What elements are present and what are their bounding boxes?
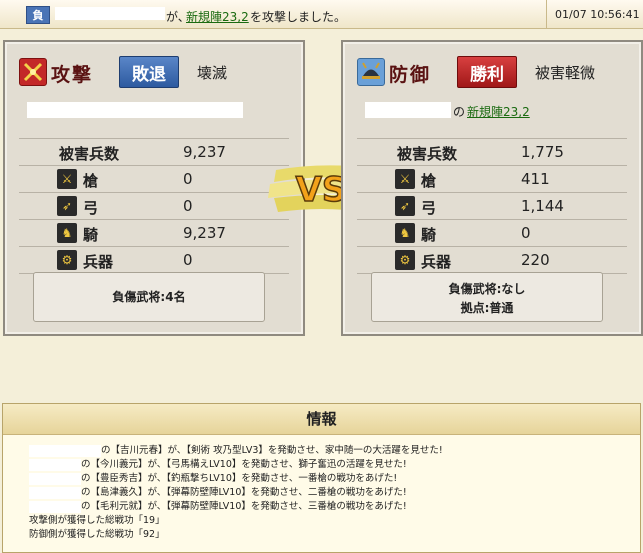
- attack-total-label: 被害兵数: [59, 145, 120, 163]
- player-name-redacted: [29, 444, 101, 457]
- siege-icon: ⚙: [57, 250, 77, 270]
- defense-injured-generals: 負傷武将:なし: [448, 282, 526, 296]
- defense-total-row: 被害兵数 1,775: [357, 138, 627, 166]
- defense-stats: 被害兵数 1,775 ⚔ 槍 411 ➶ 弓 1,144 ♞ 騎 0 ⚙ 兵器 …: [357, 138, 627, 274]
- defender-name-row: の 新規陣23,2: [365, 102, 615, 120]
- attack-unit-label: 兵器: [83, 253, 114, 271]
- info-line: の【豊臣秀吉】が、【釣瓶撃ちLV10】を発動させ、一番槍の戦功をあげた!: [29, 472, 443, 486]
- vs-label: VS: [296, 170, 347, 210]
- defense-location-link[interactable]: 新規陣23,2: [467, 103, 530, 120]
- player-name-redacted: [29, 500, 81, 513]
- defense-unit-label: 槍: [421, 172, 437, 190]
- defender-of: の: [453, 105, 466, 119]
- target-location-link[interactable]: 新規陣23,2: [186, 8, 249, 25]
- defense-total-value: 1,775: [521, 143, 564, 161]
- defense-unit-value: 220: [521, 251, 550, 269]
- defense-unit-value: 411: [521, 170, 550, 188]
- defense-unit-value: 0: [521, 224, 531, 242]
- attack-unit-label: 槍: [83, 172, 99, 190]
- defense-siege-row: ⚙ 兵器 220: [357, 247, 627, 274]
- attack-total-row: 被害兵数 9,237: [19, 138, 289, 166]
- info-line-text: の【吉川元春】が、【剣術 攻乃型LV3】を発動させ、家中随一の大活躍を見せた!: [101, 445, 443, 456]
- defense-damage-level: 被害軽微: [535, 64, 596, 82]
- attack-unit-value: 9,237: [183, 224, 226, 242]
- defense-outcome-badge: 勝利: [457, 56, 517, 88]
- attack-unit-value: 0: [183, 170, 193, 188]
- attack-unit-label: 弓: [83, 199, 99, 217]
- info-line: の【今川義元】が、【弓馬構えLV10】を発動させ、獅子奮迅の活躍を見せた!: [29, 458, 443, 472]
- defense-panel: 防御 勝利 被害軽微 の 新規陣23,2 被害兵数 1,775 ⚔ 槍 411 …: [341, 40, 643, 336]
- attack-injured-generals: 負傷武将:4名: [112, 290, 186, 304]
- spear-icon: ⚔: [395, 169, 415, 189]
- defense-header: 防御 勝利 被害軽微: [357, 56, 627, 88]
- attacker-name-redacted: [27, 102, 243, 118]
- info-line-text: の【島津義久】が、【弾幕防壁陣LV10】を発動させ、二番槍の戦功をあげた!: [81, 487, 407, 498]
- info-line: の【吉川元春】が、【剣術 攻乃型LV3】を発動させ、家中随一の大活躍を見せた!: [29, 444, 443, 458]
- attacker-name-row: [27, 102, 277, 120]
- attack-unit-value: 0: [183, 197, 193, 215]
- battle-report-header: 負 が、 新規陣23,2 を攻撃しました。 01/07 10:56:41: [0, 0, 643, 29]
- info-line: の【島津義久】が、【弾幕防壁陣LV10】を発動させ、二番槍の戦功をあげた!: [29, 486, 443, 500]
- crossed-swords-icon: [19, 58, 47, 86]
- attack-horse-row: ♞ 騎 9,237: [19, 220, 289, 247]
- attacker-name-redacted: [55, 7, 165, 20]
- attack-spear-row: ⚔ 槍 0: [19, 166, 289, 193]
- attack-summary-box: 負傷武将:4名: [33, 272, 265, 322]
- defense-stronghold-status: 拠点:普通: [460, 301, 514, 315]
- helmet-icon: [357, 58, 385, 86]
- bow-icon: ➶: [57, 196, 77, 216]
- horse-icon: ♞: [395, 223, 415, 243]
- attack-unit-value: 0: [183, 251, 193, 269]
- defense-horse-row: ♞ 騎 0: [357, 220, 627, 247]
- info-title: 情報: [3, 404, 640, 435]
- defense-unit-value: 1,144: [521, 197, 564, 215]
- header-message-end: を攻撃しました。: [250, 10, 347, 24]
- attack-header: 攻撃 敗退 壊滅: [19, 56, 289, 88]
- player-name-redacted: [29, 472, 81, 485]
- defense-summary-box: 負傷武将:なし 拠点:普通: [371, 272, 603, 322]
- info-panel: 情報 の【吉川元春】が、【剣術 攻乃型LV3】を発動させ、家中随一の大活躍を見せ…: [2, 403, 641, 553]
- attack-unit-label: 騎: [83, 226, 99, 244]
- defense-merit-line: 防御側が獲得した総戦功「92」: [29, 529, 165, 540]
- attack-title: 攻撃: [51, 64, 94, 86]
- defense-bow-row: ➶ 弓 1,144: [357, 193, 627, 220]
- spear-icon: ⚔: [57, 169, 77, 189]
- attack-panel: 攻撃 敗退 壊滅 被害兵数 9,237 ⚔ 槍 0 ➶ 弓 0 ♞ 騎 9,23…: [3, 40, 305, 336]
- horse-icon: ♞: [57, 223, 77, 243]
- info-line: の【毛利元就】が、【弾幕防壁陣LV10】を発動させ、三番槍の戦功をあげた!: [29, 500, 443, 514]
- attack-total-value: 9,237: [183, 143, 226, 161]
- defender-name-redacted: [365, 102, 451, 118]
- defense-unit-label: 兵器: [421, 253, 452, 271]
- defense-unit-label: 騎: [421, 226, 437, 244]
- attack-merit-line: 攻撃側が獲得した総戦功「19」: [29, 515, 165, 526]
- bow-icon: ➶: [395, 196, 415, 216]
- defense-total-label: 被害兵数: [397, 145, 458, 163]
- defense-title: 防御: [389, 64, 432, 86]
- attack-damage-level: 壊滅: [197, 64, 228, 82]
- info-line-text: の【豊臣秀吉】が、【釣瓶撃ちLV10】を発動させ、一番槍の戦功をあげた!: [81, 473, 398, 484]
- info-line-text: の【今川義元】が、【弓馬構えLV10】を発動させ、獅子奮迅の活躍を見せた!: [81, 459, 407, 470]
- player-name-redacted: [29, 458, 81, 471]
- attack-stats: 被害兵数 9,237 ⚔ 槍 0 ➶ 弓 0 ♞ 騎 9,237 ⚙ 兵器 0: [19, 138, 289, 274]
- siege-icon: ⚙: [395, 250, 415, 270]
- timestamp: 01/07 10:56:41: [555, 8, 640, 21]
- header-divider: [546, 0, 547, 28]
- info-line-text: の【毛利元就】が、【弾幕防壁陣LV10】を発動させ、三番槍の戦功をあげた!: [81, 501, 407, 512]
- defense-unit-label: 弓: [421, 199, 437, 217]
- attack-outcome-badge: 敗退: [119, 56, 179, 88]
- info-log: の【吉川元春】が、【剣術 攻乃型LV3】を発動させ、家中随一の大活躍を見せた! …: [29, 444, 443, 542]
- attack-siege-row: ⚙ 兵器 0: [19, 247, 289, 274]
- defense-spear-row: ⚔ 槍 411: [357, 166, 627, 193]
- attack-bow-row: ➶ 弓 0: [19, 193, 289, 220]
- result-badge: 負: [26, 6, 50, 24]
- player-name-redacted: [29, 486, 81, 499]
